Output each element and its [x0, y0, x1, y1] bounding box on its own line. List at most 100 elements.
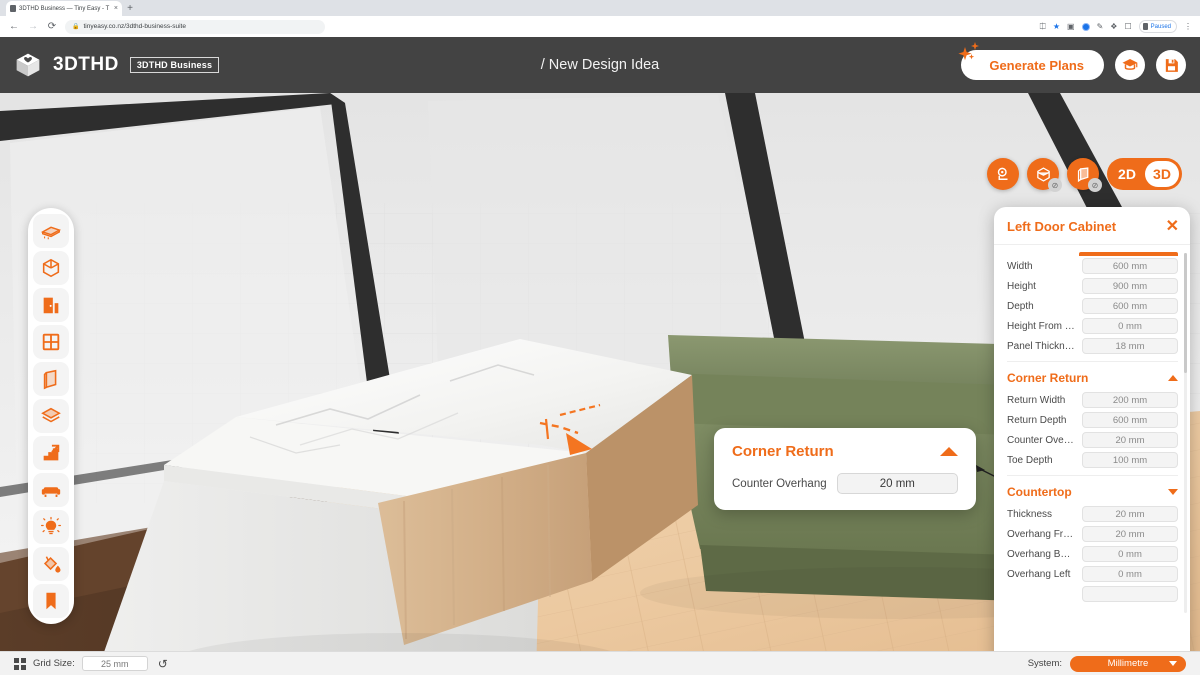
- paint-bucket-icon[interactable]: [33, 547, 69, 581]
- paused-label: Paused: [1150, 23, 1171, 30]
- room-box-icon[interactable]: [33, 251, 69, 285]
- brand[interactable]: 3DTHD 3DTHD Business: [14, 51, 220, 79]
- new-tab-button[interactable]: +: [122, 1, 138, 16]
- return-depth-input[interactable]: 600 mm: [1082, 412, 1178, 428]
- light-bulb-icon[interactable]: [33, 510, 69, 544]
- floor-slab-icon[interactable]: [33, 214, 69, 248]
- forward-icon[interactable]: →: [27, 21, 39, 33]
- window-icon[interactable]: [33, 325, 69, 359]
- view-2d-option[interactable]: 2D: [1110, 161, 1144, 187]
- app-header: 3DTHD 3DTHD Business / New Design Idea G…: [0, 37, 1200, 93]
- scrollbar-thumb[interactable]: [1184, 253, 1187, 373]
- thickness-input[interactable]: 20 mm: [1082, 506, 1178, 522]
- cast-icon[interactable]: ▣: [1067, 22, 1075, 31]
- prop-label: Return Width: [1007, 394, 1066, 406]
- header-actions: Generate Plans: [958, 42, 1186, 80]
- save-button[interactable]: [1156, 50, 1186, 80]
- furniture-sofa-icon[interactable]: [33, 473, 69, 507]
- browser-tab-title: 3DTHD Business — Tiny Easy - T: [19, 5, 110, 12]
- chevron-up-icon[interactable]: [1168, 375, 1178, 381]
- width-input[interactable]: 600 mm: [1082, 258, 1178, 274]
- viewport-3d[interactable]: ⊘ ⊘ 2D 3D Corner Return Counter Overhang…: [0, 93, 1200, 675]
- active-tab-underline: [1079, 252, 1178, 256]
- table-row: Width 600 mm: [1007, 258, 1178, 274]
- browser-tab[interactable]: 3DTHD Business — Tiny Easy - T ×: [6, 1, 122, 16]
- table-row: Counter Overhang 20 mm: [1007, 432, 1178, 448]
- properties-panel-header: Left Door Cabinet ✕: [994, 207, 1190, 245]
- properties-panel[interactable]: Left Door Cabinet ✕ Width 600 mm Height …: [994, 207, 1190, 667]
- stairs-icon[interactable]: [33, 436, 69, 470]
- pen-icon[interactable]: ✎: [1097, 22, 1104, 31]
- reset-icon[interactable]: ↺: [158, 658, 168, 670]
- close-icon[interactable]: ×: [114, 5, 118, 12]
- reload-icon[interactable]: ⟳: [46, 21, 58, 33]
- scrollbar-track[interactable]: [1184, 253, 1187, 613]
- depth-input[interactable]: 600 mm: [1082, 298, 1178, 314]
- bookmark-star-icon[interactable]: ★: [1053, 22, 1060, 31]
- measure-tape-icon[interactable]: [987, 158, 1019, 190]
- layers-icon[interactable]: [33, 399, 69, 433]
- section-title: Countertop: [1007, 485, 1072, 499]
- partial-row-label: [1007, 251, 1071, 256]
- divider: [1007, 361, 1178, 362]
- overhang-back-input[interactable]: 0 mm: [1082, 546, 1178, 562]
- tutorial-button[interactable]: [1115, 50, 1145, 80]
- counter-overhang-input[interactable]: 20 mm: [836, 473, 958, 494]
- counter-overhang-input[interactable]: 20 mm: [1082, 432, 1178, 448]
- hide-walls-icon[interactable]: ⊘: [1067, 158, 1102, 192]
- section-header-countertop[interactable]: Countertop: [1007, 485, 1178, 499]
- bookmark-icon[interactable]: [33, 584, 69, 618]
- browser-chrome: 3DTHD Business — Tiny Easy - T × + ← → ⟳…: [0, 0, 1200, 37]
- overhang-front-input[interactable]: 20 mm: [1082, 526, 1178, 542]
- eye-off-icon[interactable]: ⊘: [1048, 178, 1062, 192]
- extensions-icon[interactable]: ❖: [1110, 22, 1117, 31]
- dimension-toggle[interactable]: 2D 3D: [1107, 158, 1182, 190]
- left-toolbar: [28, 208, 74, 624]
- url-bar[interactable]: 🔒 tinyeasy.co.nz/3dthd-business-suite: [65, 19, 325, 34]
- app-root: ⊘ ⊘ 2D 3D Corner Return Counter Overhang…: [0, 37, 1200, 675]
- generate-plans-button[interactable]: Generate Plans: [958, 42, 1104, 80]
- grid-size-input[interactable]: 25 mm: [81, 656, 148, 671]
- debugger-paused-badge[interactable]: Paused: [1138, 20, 1177, 33]
- return-width-input[interactable]: 200 mm: [1082, 392, 1178, 408]
- wall-icon[interactable]: [33, 362, 69, 396]
- overhang-right-input[interactable]: [1082, 586, 1178, 602]
- paused-icon: [1142, 23, 1148, 30]
- toe-depth-input[interactable]: 100 mm: [1082, 452, 1178, 468]
- height-input[interactable]: 900 mm: [1082, 278, 1178, 294]
- browser-menu-icon[interactable]: ⋮: [1184, 22, 1192, 31]
- unit-system-label: System:: [1027, 658, 1062, 669]
- door-icon[interactable]: [33, 288, 69, 322]
- counter-overhang-row: Counter Overhang 20 mm: [732, 473, 958, 494]
- account-icon[interactable]: [1081, 22, 1090, 31]
- back-icon[interactable]: ←: [8, 21, 20, 33]
- logo-text: 3DTHD: [53, 54, 119, 75]
- prop-label: Overhang Front: [1007, 528, 1075, 540]
- chevron-down-icon[interactable]: [1168, 489, 1178, 495]
- overhang-left-input[interactable]: 0 mm: [1082, 566, 1178, 582]
- height-from-ground-input[interactable]: 0 mm: [1082, 318, 1178, 334]
- hide-ceiling-icon[interactable]: ⊘: [1027, 158, 1062, 192]
- lock-icon: 🔒: [72, 23, 80, 30]
- view-3d-option[interactable]: 3D: [1145, 161, 1179, 187]
- eye-off-icon[interactable]: ⊘: [1088, 178, 1102, 192]
- prop-label: Overhang Back: [1007, 548, 1075, 560]
- sidepanel-icon[interactable]: ☐: [1124, 22, 1131, 31]
- generate-plans-label: Generate Plans: [989, 57, 1084, 73]
- corner-return-popup-header: Corner Return: [732, 443, 958, 460]
- page-favicon: [10, 5, 16, 12]
- chevron-up-icon[interactable]: [940, 447, 958, 456]
- close-icon[interactable]: ✕: [1166, 218, 1179, 234]
- prop-label: Toe Depth: [1007, 454, 1053, 466]
- panel-thickness-input[interactable]: 18 mm: [1082, 338, 1178, 354]
- table-row: Overhang Back 0 mm: [1007, 546, 1178, 562]
- section-header-corner-return[interactable]: Corner Return: [1007, 371, 1178, 385]
- properties-panel-body[interactable]: Width 600 mm Height 900 mm Depth 600 mm …: [994, 245, 1190, 667]
- corner-return-popup[interactable]: Corner Return Counter Overhang 20 mm: [714, 428, 976, 510]
- prop-label: Height: [1007, 280, 1036, 292]
- unit-system-group: System: Millimetre: [1027, 655, 1186, 672]
- unit-system-select[interactable]: Millimetre: [1070, 655, 1186, 672]
- share-icon[interactable]: ⎅: [1039, 22, 1045, 31]
- omnibar-actions: ⎅ ★ ▣ ✎ ❖ ☐ Paused ⋮: [1039, 20, 1192, 33]
- prop-label: Return Depth: [1007, 414, 1067, 426]
